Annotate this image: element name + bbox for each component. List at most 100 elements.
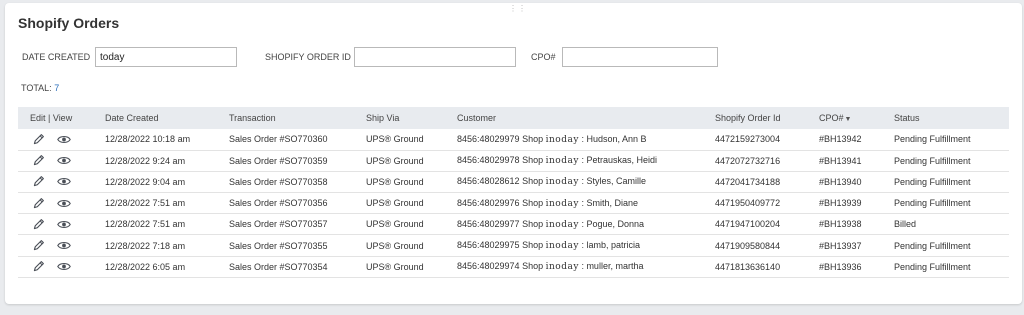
col-shopify-order-id[interactable]: Shopify Order Id xyxy=(715,107,819,129)
eye-icon[interactable] xyxy=(57,217,71,231)
cell-ship-via: UPS® Ground xyxy=(366,261,424,272)
cell-customer[interactable]: 8456:48029977 Shop inoday : Pogue, Donna xyxy=(457,214,715,235)
col-edit-view: Edit | View xyxy=(30,113,73,123)
customer-id: 8456:48028612 Shop xyxy=(457,176,544,187)
cell-status: Billed xyxy=(894,219,917,230)
cell-date-created: 12/28/2022 10:18 am xyxy=(105,134,191,145)
table-header-row: Edit | View Date Created Transaction Shi… xyxy=(18,107,1009,129)
customer-id: 8456:48029977 Shop xyxy=(457,218,544,229)
cell-cpo: #BH13940 xyxy=(819,176,862,187)
cell-customer[interactable]: 8456:48028612 Shop inoday : Styles, Cami… xyxy=(457,171,715,192)
cell-status: Pending Fulfillment xyxy=(894,240,971,251)
eye-icon[interactable] xyxy=(57,154,71,168)
cell-customer[interactable]: 8456:48029976 Shop inoday : Smith, Diane xyxy=(457,193,715,214)
cell-ship-via: UPS® Ground xyxy=(366,240,424,251)
table-row: 12/28/2022 10:18 am Sales Order #SO77036… xyxy=(18,129,1009,151)
cell-ship-via: UPS® Ground xyxy=(366,176,424,187)
sort-desc-icon[interactable]: ▼ xyxy=(845,116,852,123)
cell-date-created: 12/28/2022 7:18 am xyxy=(105,240,186,251)
pencil-icon[interactable] xyxy=(31,239,45,253)
col-date-created[interactable]: Date Created xyxy=(105,107,229,129)
cell-date-created: 12/28/2022 7:51 am xyxy=(105,198,186,209)
cell-transaction[interactable]: Sales Order #SO770360 xyxy=(229,129,366,150)
customer-id: 8456:48029975 Shop xyxy=(457,240,544,251)
row-actions xyxy=(18,260,105,274)
col-cpo-label: CPO# xyxy=(819,113,844,123)
customer-shop: inoday xyxy=(545,262,579,273)
cell-cpo: #BH13941 xyxy=(819,155,862,166)
cell-customer[interactable]: 8456:48029974 Shop inoday : muller, mart… xyxy=(457,256,715,277)
eye-icon[interactable] xyxy=(57,132,71,146)
cell-shopify-order-id: 4472159273004 xyxy=(715,134,781,145)
customer-shop: inoday xyxy=(545,241,579,252)
customer-name: : muller, martha xyxy=(581,261,644,272)
cell-transaction[interactable]: Sales Order #SO770357 xyxy=(229,214,366,235)
customer-shop: inoday xyxy=(545,198,579,209)
pencil-icon[interactable] xyxy=(31,196,45,210)
drag-handle[interactable]: ⋮⋮ xyxy=(509,5,527,13)
cell-cpo: #BH13942 xyxy=(819,134,862,145)
table-row: 12/28/2022 6:05 am Sales Order #SO770354… xyxy=(18,256,1009,278)
cell-cpo: #BH13938 xyxy=(819,219,862,230)
customer-id: 8456:48029976 Shop xyxy=(457,197,544,208)
cell-date-created: 12/28/2022 7:51 am xyxy=(105,219,186,230)
shopify-order-id-field[interactable] xyxy=(354,47,516,67)
table-row: 12/28/2022 7:51 am Sales Order #SO770356… xyxy=(18,193,1009,214)
pencil-icon[interactable] xyxy=(31,154,45,168)
eye-icon[interactable] xyxy=(57,260,71,274)
customer-name: : Smith, Diane xyxy=(581,197,638,208)
cell-customer[interactable]: 8456:48029978 Shop inoday : Petrauskas, … xyxy=(457,150,715,171)
customer-id: 8456:48029974 Shop xyxy=(457,261,544,272)
row-actions xyxy=(18,196,105,210)
row-actions xyxy=(18,217,105,231)
cpo-field[interactable] xyxy=(562,47,718,67)
cell-status: Pending Fulfillment xyxy=(894,198,971,209)
shopify-order-id-label: SHOPIFY ORDER ID xyxy=(265,52,351,62)
table-row: 12/28/2022 9:04 am Sales Order #SO770358… xyxy=(18,171,1009,193)
eye-icon[interactable] xyxy=(57,175,71,189)
customer-name: : Pogue, Donna xyxy=(581,218,644,229)
cell-status: Pending Fulfillment xyxy=(894,176,971,187)
cell-customer[interactable]: 8456:48029979 Shop inoday : Hudson, Ann … xyxy=(457,129,715,150)
customer-name: : Petrauskas, Heidi xyxy=(581,155,657,166)
eye-icon[interactable] xyxy=(57,196,71,210)
row-actions xyxy=(18,154,105,168)
total-label: TOTAL: xyxy=(21,83,52,93)
customer-name: : Styles, Camille xyxy=(581,176,646,187)
cpo-label: CPO# xyxy=(531,52,556,62)
cell-ship-via: UPS® Ground xyxy=(366,155,424,166)
orders-table: Edit | View Date Created Transaction Shi… xyxy=(18,107,1009,278)
cell-transaction[interactable]: Sales Order #SO770356 xyxy=(229,193,366,214)
cell-shopify-order-id: 4471813636140 xyxy=(715,261,781,272)
date-created-field[interactable] xyxy=(95,47,237,67)
cell-cpo: #BH13937 xyxy=(819,240,862,251)
cell-ship-via: UPS® Ground xyxy=(366,134,424,145)
col-transaction[interactable]: Transaction xyxy=(229,107,366,129)
col-status[interactable]: Status xyxy=(894,107,1009,129)
cell-date-created: 12/28/2022 9:24 am xyxy=(105,155,186,166)
eye-icon[interactable] xyxy=(57,239,71,253)
col-cpo[interactable]: CPO#▼ xyxy=(819,107,894,129)
pencil-icon[interactable] xyxy=(31,217,45,231)
total-number: 7 xyxy=(54,83,60,93)
cell-transaction[interactable]: Sales Order #SO770355 xyxy=(229,235,366,256)
pencil-icon[interactable] xyxy=(31,175,45,189)
customer-name: : Hudson, Ann B xyxy=(581,133,647,144)
col-customer[interactable]: Customer xyxy=(457,107,715,129)
cell-shopify-order-id: 4471947100204 xyxy=(715,219,781,230)
row-actions xyxy=(18,132,105,146)
customer-id: 8456:48029979 Shop xyxy=(457,133,544,144)
shopify-orders-portlet: ⋮⋮ Shopify Orders DATE CREATED SHOPIFY O… xyxy=(5,3,1022,304)
cell-cpo: #BH13936 xyxy=(819,261,862,272)
cell-transaction[interactable]: Sales Order #SO770359 xyxy=(229,150,366,171)
cell-transaction[interactable]: Sales Order #SO770354 xyxy=(229,256,366,277)
pencil-icon[interactable] xyxy=(31,260,45,274)
cell-transaction[interactable]: Sales Order #SO770358 xyxy=(229,171,366,192)
pencil-icon[interactable] xyxy=(31,132,45,146)
customer-shop: inoday xyxy=(545,177,579,188)
cell-shopify-order-id: 4471950409772 xyxy=(715,198,781,209)
cell-customer[interactable]: 8456:48029975 Shop inoday : lamb, patric… xyxy=(457,235,715,256)
cell-cpo: #BH13939 xyxy=(819,198,862,209)
cell-shopify-order-id: 4472072732716 xyxy=(715,155,781,166)
col-ship-via[interactable]: Ship Via xyxy=(366,107,457,129)
